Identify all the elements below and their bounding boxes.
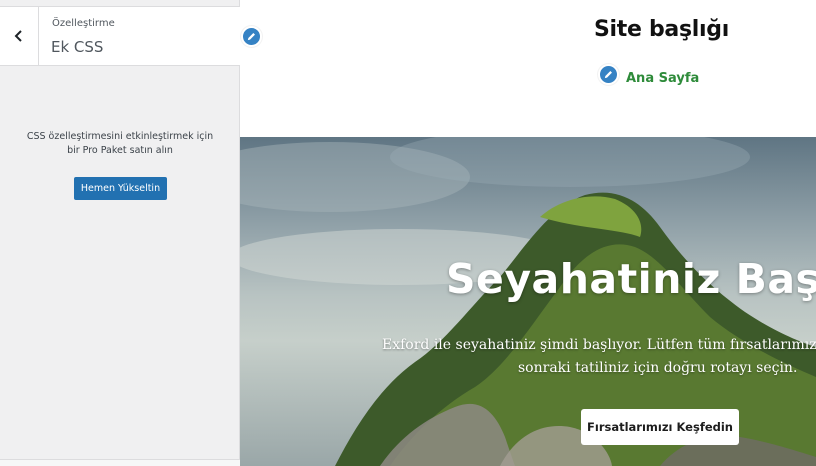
section-title: Ek CSS bbox=[51, 38, 104, 56]
breadcrumb-parent: Özelleştirme bbox=[52, 18, 115, 29]
upgrade-button[interactable]: Hemen Yükseltin bbox=[74, 177, 167, 200]
hero-description-line2: sonraki tatiliniz için doğru rotayı seçi… bbox=[518, 360, 798, 376]
hero-title: Seyahatiniz Başlıyor bbox=[446, 255, 816, 303]
upgrade-message: CSS özelleştirmesini etkinleştirmek için… bbox=[20, 130, 220, 158]
hero-description: Exford ile seyahatiniz şimdi başlıyor. L… bbox=[382, 334, 816, 380]
upgrade-message-line1: CSS özelleştirmesini etkinleştirmek için bbox=[26, 131, 214, 142]
hero-description-line1: Exford ile seyahatiniz şimdi başlıyor. L… bbox=[382, 337, 816, 353]
edit-shortcut-menu[interactable] bbox=[598, 64, 619, 85]
pencil-icon bbox=[247, 33, 255, 41]
site-preview: Site başlığı Ana Sayfa Seyahatiniz Başlı… bbox=[240, 0, 816, 466]
back-button[interactable] bbox=[0, 7, 39, 65]
chevron-left-icon bbox=[14, 30, 22, 42]
hero-banner: Seyahatiniz Başlıyor Exford ile seyahati… bbox=[240, 137, 816, 466]
edit-shortcut-logo[interactable] bbox=[241, 26, 262, 47]
site-title[interactable]: Site başlığı bbox=[594, 17, 729, 42]
customizer-sidebar: Özelleştirme Ek CSS CSS özelleştirmesini… bbox=[0, 0, 240, 466]
section-header: Özelleştirme Ek CSS bbox=[0, 6, 240, 66]
upgrade-message-line2: bir Pro Paket satın alın bbox=[67, 145, 173, 156]
nav-link-home[interactable]: Ana Sayfa bbox=[626, 71, 699, 86]
hero-cta-button[interactable]: Fırsatlarımızı Keşfedin bbox=[581, 409, 739, 445]
pencil-icon bbox=[604, 71, 612, 79]
sidebar-footer bbox=[0, 459, 240, 466]
